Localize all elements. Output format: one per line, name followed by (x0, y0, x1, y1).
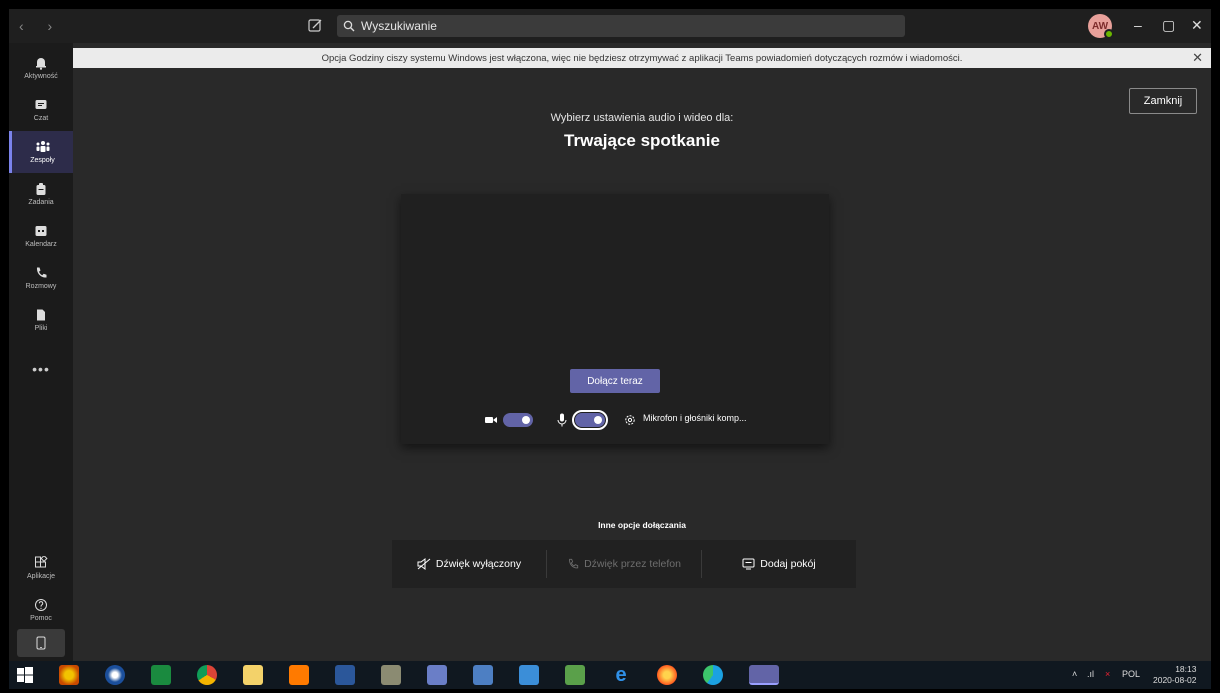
store-icon[interactable] (151, 665, 171, 685)
rail-label: Rozmowy (25, 283, 57, 290)
app-icon-2[interactable] (105, 665, 125, 685)
internet-explorer-icon[interactable]: e (611, 665, 631, 685)
app-icon-1[interactable] (59, 665, 79, 685)
avatar[interactable]: AW (1088, 14, 1114, 39)
rail-label: Aplikacje (26, 573, 55, 580)
windows-start-icon[interactable] (15, 665, 35, 685)
phone-icon (569, 558, 579, 569)
word-icon[interactable] (335, 665, 355, 685)
search-input[interactable]: Wyszukiwanie (337, 15, 905, 37)
option-label: Dźwięk przez telefon (584, 558, 681, 570)
banner-text: Opcja Godziny ciszy systemu Windows jest… (321, 52, 963, 64)
compose-icon[interactable] (306, 17, 324, 35)
avast-icon[interactable] (289, 665, 309, 685)
teams-taskbar-icon[interactable] (749, 665, 779, 685)
av-controls: Mikrofon i głośniki komp... (401, 408, 829, 432)
paint-icon[interactable] (473, 665, 493, 685)
app-icon-12[interactable] (565, 665, 585, 685)
clock-date: 2020-08-02 (1153, 675, 1197, 685)
app-rail: Aktywność Czat Zespoły Zadania Kalendarz… (9, 43, 73, 661)
add-room-option[interactable]: Dodaj pokój (701, 550, 856, 578)
audio-device-label[interactable]: Mikrofon i głośniki komp... (643, 413, 747, 423)
chrome-icon[interactable] (197, 665, 217, 685)
title-bar: ‹ › Wyszukiwanie AW – ▢ ✕ (9, 9, 1211, 43)
video-preview: Dołącz teraz Mikrofon i głośniki komp... (401, 194, 829, 444)
room-icon (742, 558, 755, 570)
edge-icon[interactable] (703, 665, 723, 685)
tray-chevron-icon[interactable]: ˄ (1072, 669, 1077, 679)
other-options-title: Inne opcje dołączania (598, 520, 686, 530)
assignments-icon (36, 183, 46, 195)
rail-label: Zespoły (30, 157, 55, 164)
teams-icon (36, 141, 49, 152)
phone-audio-option[interactable]: Dźwięk przez telefon (546, 550, 701, 578)
rail-label: Pliki (34, 325, 48, 332)
file-explorer-icon[interactable] (243, 665, 263, 685)
bell-icon (36, 58, 46, 70)
device-button[interactable] (17, 629, 65, 657)
firefox-icon[interactable] (657, 665, 677, 685)
phone-icon (36, 267, 47, 278)
join-now-button[interactable]: Dołącz teraz (570, 369, 660, 393)
volume-muted-icon[interactable]: × (1105, 669, 1110, 679)
rail-item-help[interactable]: Pomoc (9, 589, 73, 631)
network-icon[interactable]: .ıl (1087, 669, 1094, 679)
chat-icon (35, 100, 47, 109)
search-icon (343, 20, 355, 32)
close-window-button[interactable]: ✕ (1191, 17, 1203, 34)
rail-item-assignments[interactable]: Zadania (9, 173, 73, 215)
speaker-off-icon (417, 558, 431, 570)
help-icon (35, 599, 47, 611)
app-icon-11[interactable] (519, 665, 539, 685)
minimize-button[interactable]: – (1134, 17, 1142, 33)
meeting-title: Trwające spotkanie (564, 131, 720, 150)
option-label: Dźwięk wyłączony (435, 558, 522, 570)
microphone-icon (557, 413, 567, 427)
rail-item-calendar[interactable]: Kalendarz (9, 215, 73, 257)
banner-close-icon[interactable]: ✕ (1192, 50, 1203, 66)
maximize-button[interactable]: ▢ (1162, 17, 1175, 34)
clock-time: 18:13 (1175, 664, 1197, 674)
camera-icon (485, 417, 497, 423)
calendar-icon (35, 226, 47, 236)
rail-item-calls[interactable]: Rozmowy (9, 257, 73, 299)
search-placeholder: Wyszukiwanie (361, 19, 437, 33)
rail-label: Aktywność (24, 73, 58, 80)
rail-label: Zadania (28, 199, 54, 206)
mobile-device-icon (36, 636, 46, 650)
more-apps-button[interactable]: ••• (9, 361, 73, 377)
apps-icon (35, 556, 48, 568)
files-icon (37, 309, 45, 321)
app-icon-9[interactable] (427, 665, 447, 685)
rail-item-apps[interactable]: Aplikacje (9, 547, 73, 589)
rail-item-teams[interactable]: Zespoły (9, 131, 73, 173)
audio-off-option[interactable]: Dźwięk wyłączony (392, 550, 546, 578)
rail-item-chat[interactable]: Czat (9, 89, 73, 131)
rail-item-files[interactable]: Pliki (9, 299, 73, 341)
prejoin-subtitle: Wybierz ustawienia audio i wideo dla: (550, 112, 734, 124)
language-indicator[interactable]: POL (1122, 669, 1140, 679)
rail-label: Kalendarz (25, 241, 57, 248)
app-icon-8[interactable] (381, 665, 401, 685)
gear-icon[interactable] (624, 414, 636, 426)
prejoin-screen: Zamknij Wybierz ustawienia audio i wideo… (73, 68, 1211, 661)
quiet-hours-banner: Opcja Godziny ciszy systemu Windows jest… (73, 48, 1211, 68)
rail-item-activity[interactable]: Aktywność (9, 47, 73, 89)
windows-taskbar: e ˄ .ıl × POL 18:13 2020-08-02 (9, 661, 1211, 689)
option-label: Dodaj pokój (760, 558, 816, 570)
presence-icon (1104, 29, 1114, 39)
teams-window: ‹ › Wyszukiwanie AW – ▢ ✕ Opcja Godziny … (9, 9, 1211, 661)
microphone-toggle[interactable] (572, 410, 608, 430)
close-meeting-button[interactable]: Zamknij (1129, 88, 1197, 114)
rail-label: Pomoc (30, 615, 52, 622)
other-join-options: Dźwięk wyłączony Dźwięk przez telefon Do… (392, 540, 856, 588)
clock[interactable]: 18:13 2020-08-02 (1153, 664, 1196, 686)
nav-arrows[interactable]: ‹ › (19, 18, 62, 34)
camera-toggle[interactable] (503, 413, 533, 427)
rail-label: Czat (33, 115, 49, 122)
